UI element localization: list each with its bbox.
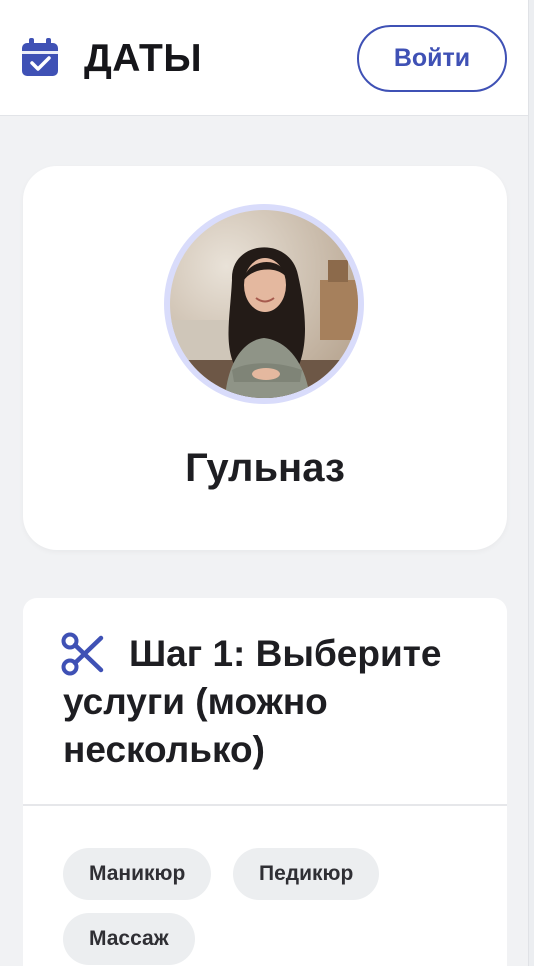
service-chip-manicure[interactable]: Маникюр — [63, 848, 212, 900]
step-1-header: Шаг 1: Выберите услуги (можно несколько) — [23, 598, 507, 806]
app-header: ДАТЫ Войти — [0, 0, 528, 116]
calendar-check-icon — [22, 38, 58, 76]
page: ДАТЫ Войти Гульназ Шаг 1: Выберите услуг… — [0, 0, 534, 966]
profile-card: Гульназ — [23, 166, 507, 550]
service-chip-massage[interactable]: Массаж — [63, 913, 195, 965]
service-chip-pedicure[interactable]: Педикюр — [233, 848, 380, 900]
scrollbar[interactable] — [528, 0, 534, 966]
logo-text[interactable]: ДАТЫ — [84, 36, 202, 82]
step-1-card: Шаг 1: Выберите услуги (можно несколько)… — [23, 598, 507, 966]
avatar[interactable] — [170, 210, 358, 398]
avatar-ring — [164, 204, 364, 404]
profile-name: Гульназ — [185, 446, 345, 490]
step-1-title: Шаг 1: Выберите услуги (можно несколько) — [63, 633, 442, 770]
login-button[interactable]: Войти — [357, 25, 507, 92]
